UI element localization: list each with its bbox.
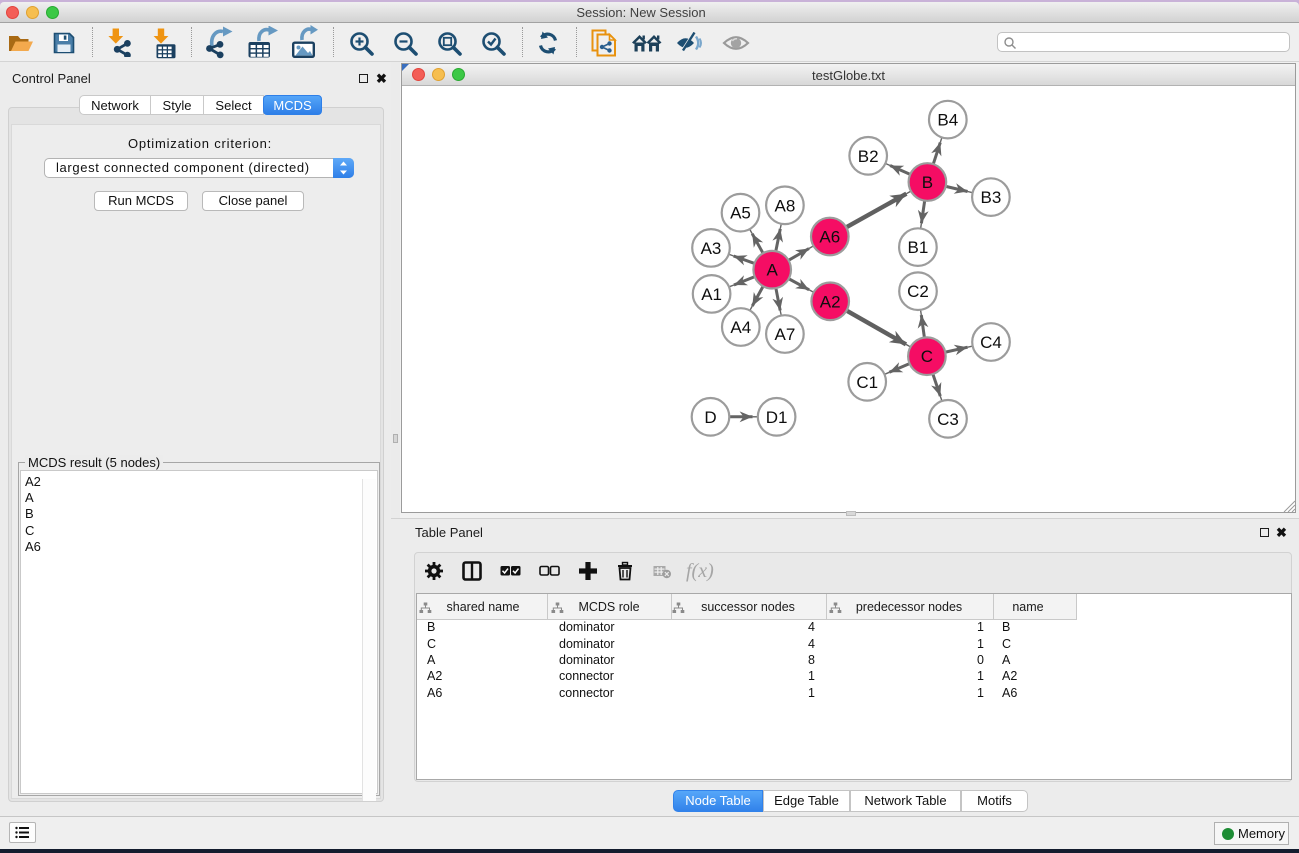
svg-text:B1: B1 bbox=[908, 238, 929, 257]
svg-text:C1: C1 bbox=[856, 373, 878, 392]
svg-text:A7: A7 bbox=[775, 325, 796, 344]
svg-text:C3: C3 bbox=[937, 410, 959, 429]
svg-text:A5: A5 bbox=[730, 204, 751, 223]
svg-text:C4: C4 bbox=[980, 333, 1002, 352]
svg-text:C2: C2 bbox=[907, 282, 929, 301]
svg-text:C: C bbox=[921, 347, 933, 366]
svg-text:B2: B2 bbox=[858, 147, 879, 166]
svg-text:D1: D1 bbox=[766, 408, 788, 427]
svg-text:A1: A1 bbox=[701, 285, 722, 304]
svg-text:A4: A4 bbox=[730, 318, 751, 337]
svg-text:A2: A2 bbox=[820, 292, 841, 311]
svg-text:B: B bbox=[922, 173, 933, 192]
svg-text:A8: A8 bbox=[775, 196, 796, 215]
svg-text:B4: B4 bbox=[937, 111, 958, 130]
svg-text:A6: A6 bbox=[819, 228, 840, 247]
svg-text:A3: A3 bbox=[701, 239, 722, 258]
svg-text:D: D bbox=[704, 408, 716, 427]
svg-text:B3: B3 bbox=[981, 188, 1002, 207]
svg-text:A: A bbox=[767, 261, 779, 280]
